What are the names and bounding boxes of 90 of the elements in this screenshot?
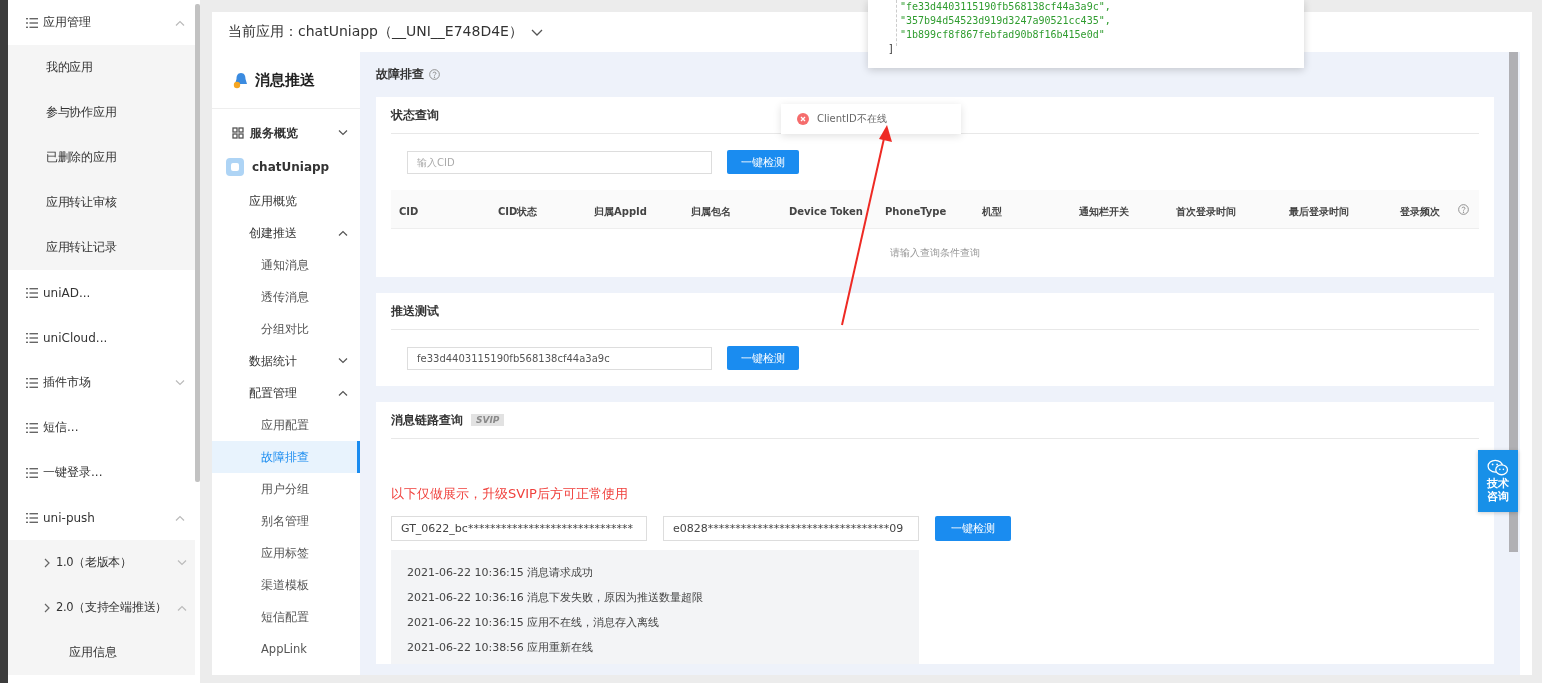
code-line: "1b899cf8f867febfad90b8f16b415e0d"	[899, 28, 1106, 42]
toast: ClientID不在线	[781, 104, 961, 134]
log-line: 2021-06-22 10:36:16 消息下发失败，原因为推送数量超限	[407, 590, 705, 606]
menu-item[interactable]: 短信配置	[212, 601, 360, 633]
chevron-down-icon	[175, 379, 185, 386]
column-header: 首次登录时间	[1176, 205, 1236, 217]
nav-item[interactable]: uni-push	[8, 495, 195, 540]
chevron-up-icon	[338, 390, 348, 396]
menu-item[interactable]: 透传消息	[212, 281, 360, 313]
nav-item[interactable]: 2.0（支持全端推送）	[8, 585, 195, 630]
svip-badge: SVIP	[471, 414, 505, 426]
chat-icon	[1487, 459, 1509, 478]
code-line: "357b94d54523d919d3247a90521cc435",	[899, 14, 1112, 28]
input-field[interactable]: fe33d4403115190fb568138cf44a3a9c	[407, 346, 712, 370]
column-header: CID状态	[498, 205, 538, 217]
column-header: Device Token	[789, 205, 863, 217]
column-header: 归属包名	[691, 205, 731, 217]
nav-item[interactable]: 一键登录...	[8, 450, 195, 495]
nav-item[interactable]: 应用信息	[8, 630, 195, 675]
nav-item[interactable]: uniCloud...	[8, 315, 195, 360]
chevron-down-icon	[338, 130, 348, 136]
nav-item[interactable]: 已删除的应用	[8, 135, 195, 180]
log-line: 2021-06-22 10:36:15 应用不在线，消息存入离线	[407, 615, 661, 631]
list-icon	[26, 467, 38, 478]
app-name: chatUniapp	[252, 160, 330, 174]
chevron-right-icon	[44, 557, 50, 568]
nav-item[interactable]: 1.0（老版本）	[8, 540, 195, 585]
column-header: 归属AppId	[594, 205, 647, 217]
menu-item[interactable]: 配置管理	[212, 377, 360, 409]
product-title: 消息推送	[255, 70, 315, 90]
nav-item[interactable]: 应用管理	[8, 0, 195, 45]
input-field[interactable]: GT_0622_bc******************************	[391, 516, 647, 541]
column-header: 通知栏开关	[1079, 205, 1129, 217]
menu-item[interactable]: 创建推送	[212, 217, 360, 249]
menu-item[interactable]: 别名管理	[212, 505, 360, 537]
list-icon	[26, 422, 38, 433]
scrollbar[interactable]	[195, 4, 200, 482]
empty-text: 请输入查询条件查询	[890, 246, 980, 260]
nav-item[interactable]: 参与协作应用	[8, 90, 195, 135]
chevron-up-icon	[175, 19, 185, 26]
chevron-up-icon	[338, 230, 348, 236]
menu-item[interactable]: 通知消息	[212, 249, 360, 281]
log-line: 2021-06-22 10:38:56 应用重新在线	[407, 640, 595, 656]
code-line: ]	[888, 42, 896, 56]
column-header: PhoneType	[885, 205, 947, 217]
app-icon	[226, 158, 244, 176]
section-title: 消息链路查询	[391, 411, 463, 429]
input-field[interactable]: e0828*********************************09	[663, 516, 919, 541]
error-icon	[797, 113, 809, 125]
nav-item[interactable]: 插件市场	[8, 360, 195, 405]
help-icon[interactable]	[1458, 204, 1469, 215]
menu-item[interactable]: 分组对比	[212, 313, 360, 345]
menu-item[interactable]: 应用标签	[212, 537, 360, 569]
menu-item[interactable]: 渠道模板	[212, 569, 360, 601]
section-title: 推送测试	[391, 293, 1479, 330]
caret-icon[interactable]	[530, 28, 543, 36]
list-icon	[26, 332, 38, 343]
column-header: CID	[399, 205, 419, 217]
column-header: 机型	[982, 205, 1002, 217]
list-icon	[26, 17, 38, 28]
chevron-up-icon	[177, 604, 187, 611]
menu-item[interactable]: 服务概览	[212, 117, 360, 149]
nav-item[interactable]: uniAD...	[8, 270, 195, 315]
input-field[interactable]: 输入CID	[407, 150, 712, 174]
code-line: "fe33d4403115190fb568138cf44a3a9c",	[899, 0, 1112, 14]
log-line: 2021-06-22 10:36:15 消息请求成功	[407, 565, 595, 581]
help-icon[interactable]	[429, 69, 440, 80]
chevron-down-icon	[177, 559, 187, 566]
bell-icon	[232, 71, 250, 89]
current-app-label: 当前应用：chatUniapp（__UNI__E748D4E）	[228, 23, 523, 41]
nav-item[interactable]: 我的应用	[8, 45, 195, 90]
list-icon	[26, 512, 38, 523]
column-header: 登录频次	[1400, 205, 1440, 217]
chevron-up-icon	[175, 514, 185, 521]
column-header: 最后登录时间	[1289, 205, 1349, 217]
nav-item[interactable]: 应用转让审核	[8, 180, 195, 225]
menu-item[interactable]: 应用配置	[212, 409, 360, 441]
menu-item[interactable]: AppLink	[212, 633, 360, 665]
page-title: 故障排查	[376, 66, 424, 83]
chevron-right-icon	[44, 602, 50, 613]
grid-icon	[232, 127, 244, 139]
nav-item[interactable]: 短信...	[8, 405, 195, 450]
menu-item[interactable]: 应用概览	[212, 185, 360, 217]
list-icon	[26, 287, 38, 298]
notice-text: 以下仅做展示，升级SVIP后方可正常使用	[391, 485, 629, 503]
menu-item[interactable]: 数据统计	[212, 345, 360, 377]
nav-item[interactable]: 应用转让记录	[8, 225, 195, 270]
list-icon	[26, 377, 38, 388]
chevron-down-icon	[338, 358, 348, 364]
menu-item[interactable]: 用户分组	[212, 473, 360, 505]
